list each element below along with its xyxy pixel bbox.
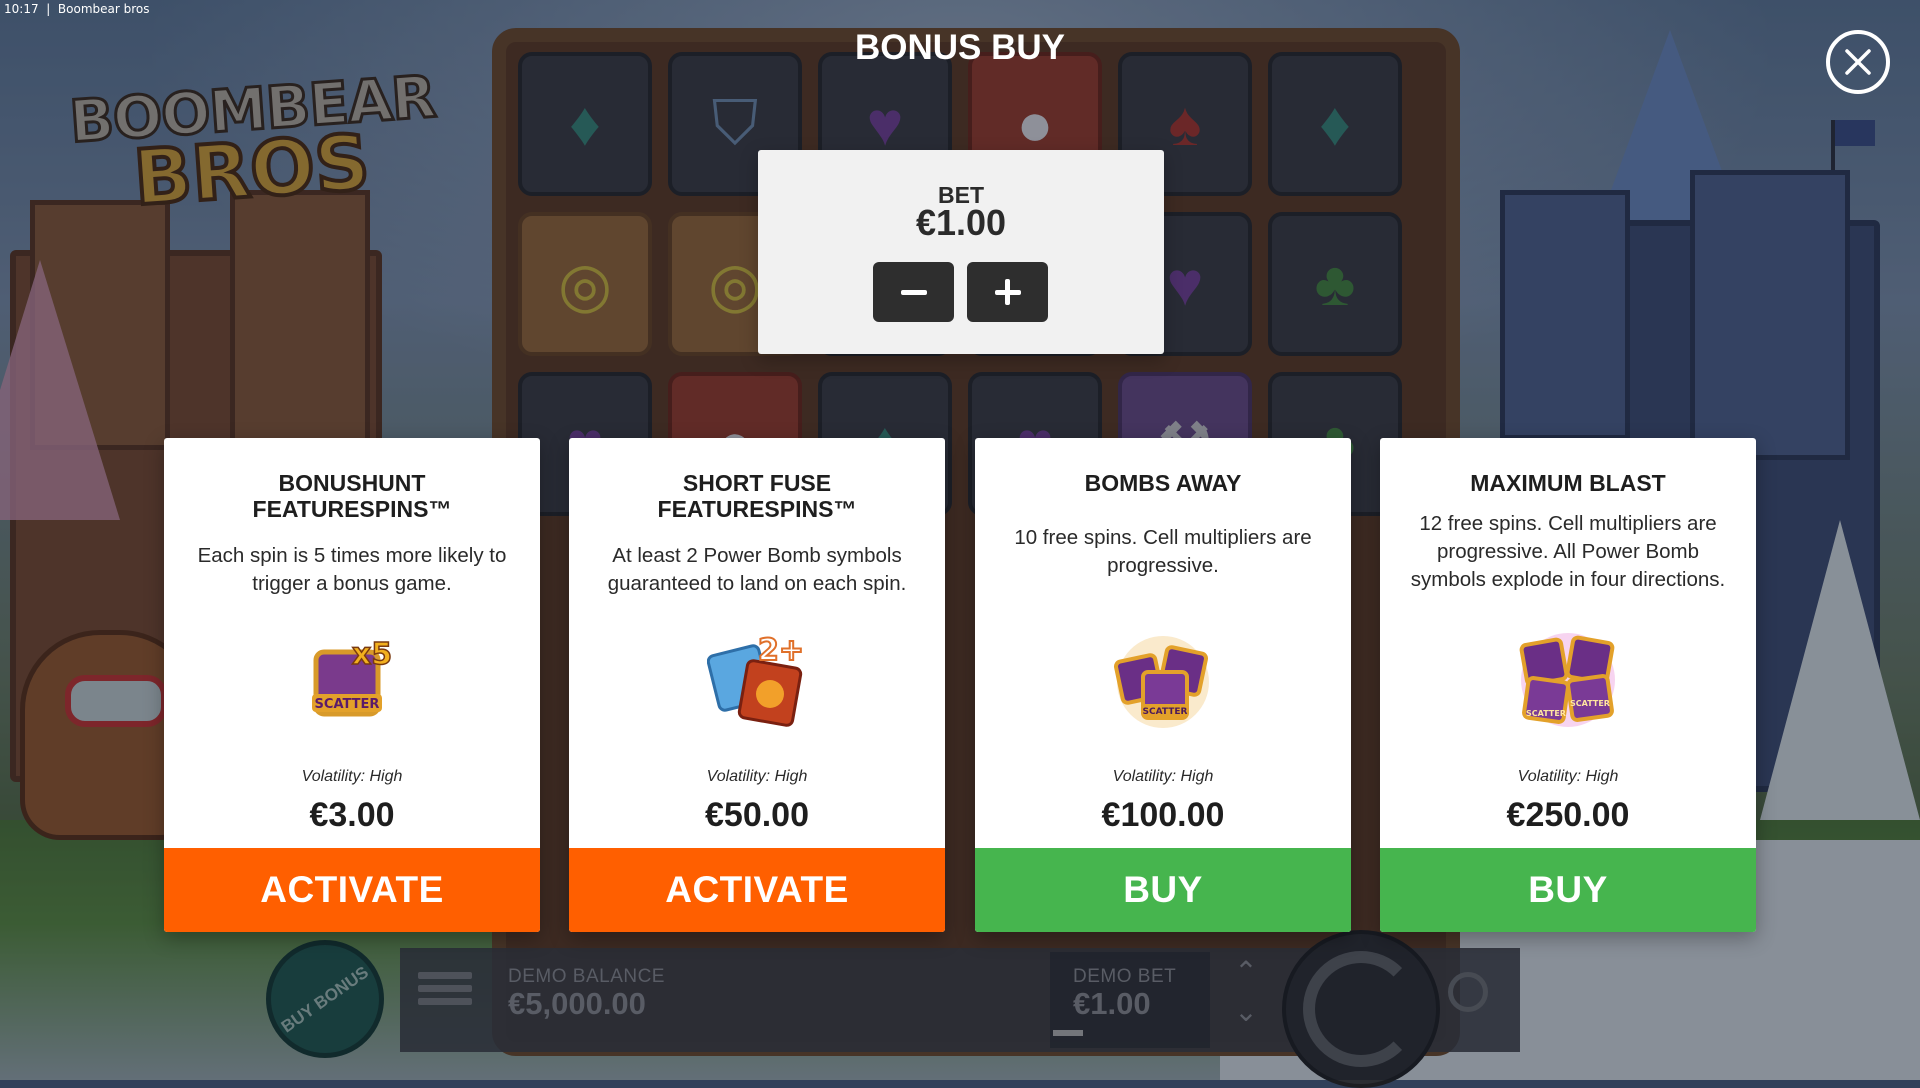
increase-bet-button[interactable] — [967, 262, 1048, 322]
bet-value: €1.00 — [915, 202, 1007, 243]
close-button[interactable] — [1826, 30, 1890, 94]
close-icon — [1845, 49, 1871, 75]
scatter-x5-icon: SCATTER x5 — [312, 636, 393, 717]
modal-title: BONUS BUY — [854, 28, 1066, 67]
svg-text:SCATTER: SCATTER — [1143, 707, 1188, 717]
card-title: BONUSHUNT FEATURESPINS™ — [252, 470, 452, 522]
bonus-card-short-fuse: SHORT FUSE FEATURESPINS™ At least 2 Powe… — [569, 438, 945, 932]
card-description: Each spin is 5 times more likely to trig… — [197, 544, 507, 595]
card-volatility: Volatility: High — [1517, 768, 1619, 785]
bonus-card-bombs-away: BOMBS AWAY 10 free spins. Cell multiplie… — [975, 438, 1351, 932]
card-description: 12 free spins. Cell multipliers are prog… — [1410, 512, 1726, 591]
svg-text:SCATTER: SCATTER — [1570, 699, 1610, 708]
card-price: €3.00 — [309, 796, 395, 834]
card-volatility: Volatility: High — [706, 768, 808, 785]
decrease-bet-button[interactable] — [873, 262, 954, 322]
svg-text:x5: x5 — [352, 637, 392, 672]
card-volatility: Volatility: High — [1112, 768, 1214, 785]
card-description: At least 2 Power Bomb symbols guaranteed… — [607, 544, 907, 595]
bet-panel: BET €1.00 — [758, 150, 1164, 354]
clock: 10:17 — [4, 2, 39, 16]
minus-icon — [900, 289, 927, 295]
svg-text:SCATTER: SCATTER — [315, 697, 380, 712]
card-title: SHORT FUSE FEATURESPINS™ — [657, 470, 857, 522]
scatter-three-icon: SCATTER — [1114, 636, 1209, 728]
card-title: MAXIMUM BLAST — [1470, 470, 1666, 496]
buy-button[interactable]: BUY — [975, 848, 1351, 932]
svg-text:SCATTER: SCATTER — [1526, 709, 1566, 718]
activate-button[interactable]: ACTIVATE — [569, 848, 945, 932]
titlebar-separator: | — [42, 2, 55, 16]
window-title: Boombear bros — [57, 2, 150, 16]
power-bomb-2plus-icon: 2+ — [707, 632, 805, 727]
buy-button[interactable]: BUY — [1380, 848, 1756, 932]
card-price: €250.00 — [1506, 796, 1630, 834]
card-price: €50.00 — [705, 796, 809, 834]
bonus-card-maximum-blast: MAXIMUM BLAST 12 free spins. Cell multip… — [1380, 438, 1756, 932]
card-price: €100.00 — [1101, 796, 1225, 834]
card-description: 10 free spins. Cell multipliers are prog… — [1014, 526, 1312, 577]
card-title: BOMBS AWAY — [1084, 470, 1242, 496]
svg-text:2+: 2+ — [758, 633, 804, 668]
window-titlebar: 10:17 | Boombear bros — [4, 2, 150, 16]
card-volatility: Volatility: High — [301, 768, 403, 785]
activate-button[interactable]: ACTIVATE — [164, 848, 540, 932]
bonus-card-bonushunt: BONUSHUNT FEATURESPINS™ Each spin is 5 t… — [164, 438, 540, 932]
scatter-four-icon: SCATTER SCATTER — [1519, 633, 1615, 727]
